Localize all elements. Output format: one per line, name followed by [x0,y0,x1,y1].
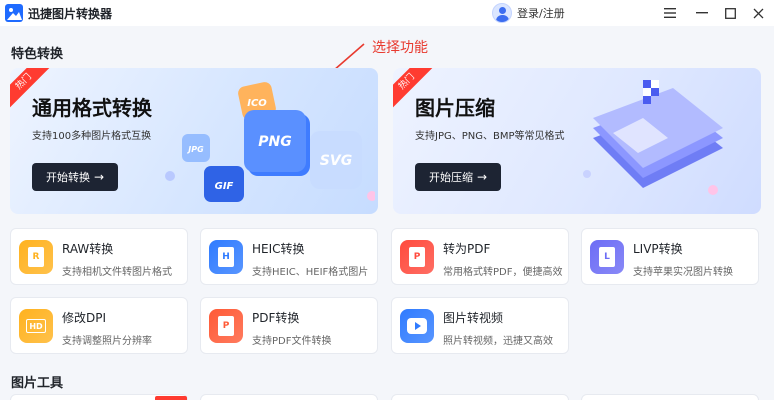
app-logo-icon [5,4,23,22]
tool-card[interactable]: L LIVP转换支持苹果实况图片转换 [581,228,759,285]
start-compress-button[interactable]: 开始压缩 → [415,163,501,191]
login-button[interactable]: 登录/注册 [492,2,565,24]
tool-description: 支持调整照片分辨率 [62,336,152,347]
image-tools-section-title: 图片工具 [11,376,64,391]
tool-name: 图片转视频 [443,311,504,325]
heic-file-icon: H [209,240,243,274]
tool-card-partial[interactable] [391,394,569,400]
tool-icon-letter: L [599,247,615,267]
art-label-svg: SVG [320,153,352,169]
pdf-file-icon: P [400,240,434,274]
title-bar: 迅捷图片转换器 登录/注册 [0,0,774,26]
video-play-icon [400,309,434,343]
format-files-illustration: SVG ICO PNG JPG GIF [165,82,375,202]
tool-name: LIVP转换 [633,242,683,256]
feature-card-format-convert[interactable]: 热门 通用格式转换 支持100多种图片格式互换 开始转换 → SVG ICO P… [10,68,378,214]
app-title: 迅捷图片转换器 [28,7,113,21]
login-label: 登录/注册 [517,7,565,20]
feature-card-compress[interactable]: 热门 图片压缩 支持JPG、PNG、BMP等常见格式 开始压缩 → [393,68,761,214]
tool-name: 修改DPI [62,311,107,325]
art-label-ico: ICO [247,98,267,109]
tool-description: 常用格式转PDF，便捷高效 [443,267,563,278]
raw-file-icon: R [19,240,53,274]
tool-icon-letter: P [218,316,234,336]
hamburger-icon[interactable] [660,3,680,23]
tool-name: PDF转换 [252,311,300,325]
art-label-png: PNG [258,134,291,150]
tool-name: HEIC转换 [252,242,305,256]
tool-description: 支持苹果实况图片转换 [633,267,733,278]
tool-card-partial[interactable] [200,394,378,400]
tool-card-partial[interactable] [581,394,759,400]
art-label-jpg: JPG [186,145,204,154]
tool-icon-letter: R [28,247,44,267]
tool-description: 支持HEIC、HEIF格式图片 [252,267,369,278]
start-compress-label: 开始压缩 [428,171,473,184]
tool-icon-letter: HD [26,319,46,333]
compress-image-illustration [583,80,723,195]
close-icon[interactable] [748,3,768,23]
annotation-label: 选择功能 [372,40,428,56]
tool-card[interactable]: P 转为PDF 常用格式转PDF，便捷高效 [391,228,569,285]
tool-description: 支持PDF文件转换 [252,336,332,347]
maximize-icon[interactable] [720,3,740,23]
minimize-icon[interactable] [692,3,712,23]
tool-card[interactable]: 图片转视频照片转视频，迅捷又高效 [391,297,569,354]
feature-title: 通用格式转换 [32,96,152,120]
arrow-right-icon: → [93,170,105,184]
tool-description: 照片转视频，迅捷又高效 [443,336,553,347]
tool-card[interactable]: HD 修改DPI 支持调整照片分辨率 [10,297,188,354]
pdf-convert-icon: P [209,309,243,343]
start-convert-button[interactable]: 开始转换 → [32,163,118,191]
feature-title: 图片压缩 [415,96,495,120]
feature-subtitle: 支持100多种图片格式互换 [32,131,152,142]
avatar [492,3,512,23]
tool-name: 转为PDF [443,242,491,256]
arrow-right-icon: → [476,170,488,184]
tool-card[interactable]: R RAW转换支持相机文件转图片格式 [10,228,188,285]
tool-card[interactable]: P PDF转换支持PDF文件转换 [200,297,378,354]
start-convert-label: 开始转换 [45,171,90,184]
featured-section-title: 特色转换 [11,47,64,62]
livp-file-icon: L [590,240,624,274]
tool-icon-letter: H [218,247,234,267]
art-label-gif: GIF [215,181,234,192]
tool-card[interactable]: H HEIC转换支持HEIC、HEIF格式图片 [200,228,378,285]
tool-description: 支持相机文件转图片格式 [62,267,172,278]
tool-name: RAW转换 [62,242,114,256]
feature-subtitle: 支持JPG、PNG、BMP等常见格式 [415,131,565,142]
tool-icon-letter: P [409,247,425,267]
hot-badge [155,396,187,400]
hd-icon: HD [19,309,53,343]
